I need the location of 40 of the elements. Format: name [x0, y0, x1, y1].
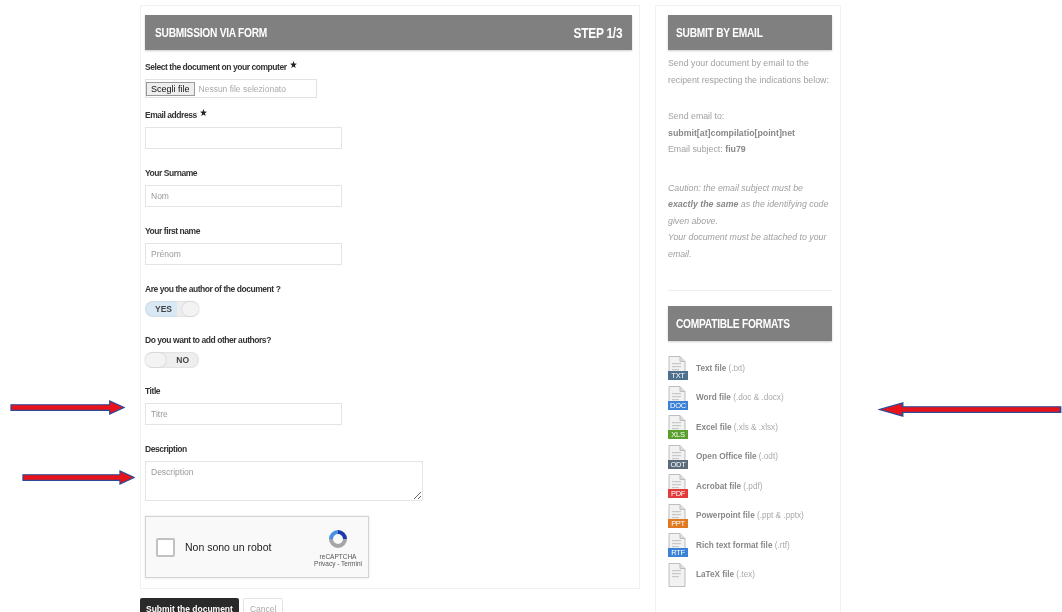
file-type-icon [668, 562, 688, 587]
toggle-switch[interactable]: YES [145, 301, 199, 317]
section-title: SUBMISSION VIA FORM [155, 25, 268, 40]
format-text: Rich text format file (.rtf) [696, 540, 790, 550]
email-subject: Email subject: fiu79 [668, 143, 747, 156]
choose-file-button[interactable]: Scegli file [146, 81, 195, 96]
send-to-label: Send email to: [668, 110, 726, 123]
text-field[interactable]: Titre [145, 403, 342, 425]
email-address: submit[at]compilatio[point]net [668, 126, 797, 140]
intro-text: Send your document by email to the recipent respecting the indications below: [668, 57, 830, 87]
format-text: Text file (.txt) [696, 363, 745, 373]
field-label: Description [145, 443, 187, 456]
format-text: Word file (.doc & .docx) [696, 393, 784, 402]
text-field[interactable]: Nom [145, 185, 342, 207]
caution-text: Caution: the email subject must be exactly the same as the identifying code given above. [668, 181, 830, 228]
caution-text: Your document must be attached to your email. [668, 231, 828, 261]
format-text: Acrobat file (.pdf) [696, 481, 763, 491]
field-label: Title [145, 385, 161, 398]
captcha-label: Non sono un robot [185, 541, 273, 553]
toggle-switch[interactable]: NO [145, 352, 199, 368]
field-label: Your first name [145, 225, 200, 238]
captcha-checkbox[interactable] [156, 537, 175, 557]
field-label: Are you the author of the document ? [145, 283, 281, 296]
section-title: SUBMIT BY EMAIL [676, 25, 763, 40]
field-label: Your Surname [145, 167, 198, 180]
text-field[interactable]: Prénom [145, 243, 342, 265]
section-title: COMPATIBLE FORMATS [676, 316, 790, 331]
description-field[interactable]: Description [145, 461, 423, 501]
format-text: Open Office file (.odt) [696, 452, 778, 461]
step-indicator: STEP 1/3 [573, 24, 622, 41]
field-label: Do you want to add other authors? [145, 334, 271, 347]
field-label: Select the document on your computer [145, 61, 287, 74]
format-text: Excel file (.xls & .xlsx) [696, 422, 778, 432]
file-status: Nessun file selezionato [197, 83, 286, 94]
text-field[interactable] [145, 127, 342, 149]
format-text: LaTeX file (.tex) [696, 570, 755, 579]
file-input[interactable]: Scegli file Nessun file selezionato [145, 79, 317, 98]
format-text: Powerpoint file (.ppt & .pptx) [696, 511, 804, 520]
submit-button[interactable]: Submit the document [140, 598, 239, 612]
field-label: Email address [145, 109, 197, 122]
